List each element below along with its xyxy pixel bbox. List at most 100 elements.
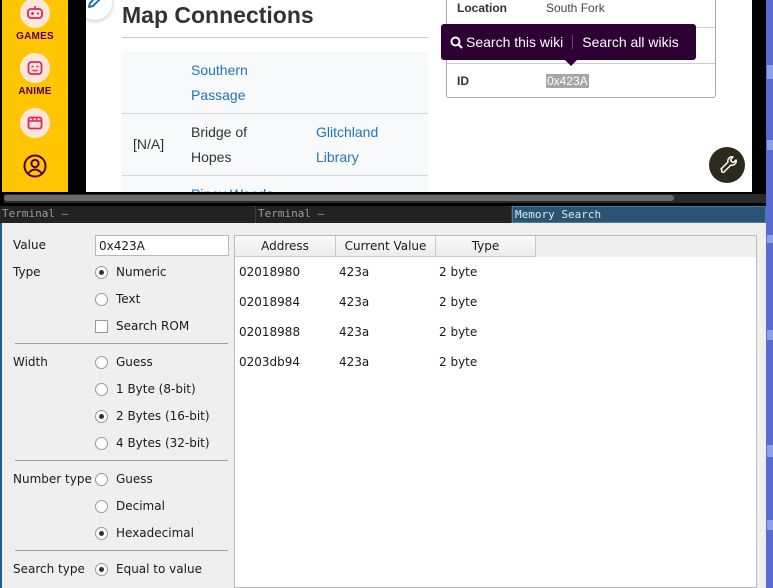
radio-button[interactable] [95, 526, 108, 540]
search-rom-checkbox[interactable]: Search ROM [95, 319, 189, 333]
memory-search-panel: Value Type Numeric Text Search ROM Width… [0, 223, 766, 588]
type-option-text[interactable]: Text [95, 292, 140, 306]
width-option-1-byte[interactable]: 1 Byte (8-bit) [95, 382, 196, 396]
edit-button[interactable] [86, 0, 112, 20]
number-type-option-hexadecimal[interactable]: Hexadecimal [95, 526, 194, 540]
option-label: Numeric [116, 265, 167, 279]
terminal-tab-bar: Terminal — Terminal — Memory Search [0, 206, 766, 223]
table-row[interactable]: 02018984 423a 2 byte [235, 287, 756, 317]
option-label: 4 Bytes (32-bit) [116, 436, 210, 450]
fandom-global-nav: GAMES ANIME [2, 0, 68, 192]
option-label: Guess [116, 472, 153, 486]
tab-terminal-2[interactable]: Terminal — [256, 206, 512, 223]
column-header-type[interactable]: Type [436, 236, 536, 257]
results-header: Address Current Value Type [235, 236, 756, 257]
option-label: 1 Byte (8-bit) [116, 382, 196, 396]
column-header-address[interactable]: Address [235, 236, 336, 257]
cell-value: 423a [339, 265, 370, 279]
cell-type: 2 byte [439, 355, 478, 369]
radio-button[interactable] [95, 355, 108, 369]
width-option-4-bytes[interactable]: 4 Bytes (32-bit) [95, 436, 210, 450]
cell-address: 02018984 [239, 295, 301, 309]
radio-button[interactable] [95, 265, 108, 279]
rail-item-games[interactable]: GAMES [2, 0, 68, 42]
radio-button[interactable] [95, 436, 108, 450]
checkbox[interactable] [95, 319, 108, 333]
horizontal-scrollbar-thumb[interactable] [4, 195, 674, 201]
infobox-label: ID [457, 74, 469, 88]
cell-value: 423a [339, 325, 370, 339]
cell-value: 423a [339, 355, 370, 369]
table-row[interactable]: 02018980 423a 2 byte [235, 257, 756, 287]
option-label: Text [116, 292, 141, 306]
infobox-value-selected: 0x423A [546, 74, 589, 88]
user-account-icon [22, 153, 48, 179]
browser-viewport: GAMES ANIME Map Connections Southern Pas… [0, 0, 766, 206]
table-row: [N/A] Bridge of Hopes Glitchland Library [122, 114, 428, 176]
number-type-label: Number type [13, 472, 92, 486]
infobox-row-id: ID 0x423A [447, 63, 715, 100]
section-divider [15, 550, 228, 551]
tab-memory-search[interactable]: Memory Search [512, 206, 766, 223]
radio-button[interactable] [95, 472, 108, 486]
anime-face-icon [20, 53, 50, 83]
rail-item-anime[interactable]: ANIME [2, 53, 68, 97]
tab-terminal-1[interactable]: Terminal — [0, 206, 256, 223]
clapperboard-icon [20, 108, 50, 138]
table-row[interactable]: 0203db94 423a 2 byte [235, 347, 756, 377]
number-type-option-decimal[interactable]: Decimal [95, 499, 165, 513]
table-row: Piney Woods [122, 176, 428, 192]
connection-link[interactable]: Southern Passage [191, 58, 291, 108]
table-row: Southern Passage [122, 52, 428, 114]
results-table: Address Current Value Type 02018980 423a… [234, 235, 757, 588]
number-type-option-guess[interactable]: Guess [95, 472, 153, 486]
rail-label-games: GAMES [16, 31, 54, 42]
tools-button[interactable] [709, 147, 745, 183]
width-option-guess[interactable]: Guess [95, 355, 153, 369]
infobox-value: South Fork [546, 1, 605, 15]
section-heading: Map Connections [122, 2, 314, 28]
section-divider [15, 343, 228, 344]
option-label: Hexadecimal [116, 526, 194, 540]
rail-label-anime: ANIME [18, 86, 52, 97]
search-all-wikis-button[interactable]: Search all wikis [582, 34, 678, 50]
option-label: Decimal [116, 499, 165, 513]
search-selection-tooltip: Search this wiki Search all wikis [441, 24, 696, 66]
width-label: Width [13, 355, 48, 369]
cell-address: 0203db94 [239, 355, 301, 369]
cell-type: 2 byte [439, 265, 478, 279]
option-label: 2 Bytes (16-bit) [116, 409, 210, 423]
cell-type: 2 byte [439, 295, 478, 309]
game-controller-icon [20, 0, 50, 28]
width-option-2-bytes[interactable]: 2 Bytes (16-bit) [95, 409, 210, 423]
cell-type: 2 byte [439, 325, 478, 339]
cell-address: 02018980 [239, 265, 301, 279]
desktop-edge [766, 0, 773, 588]
radio-button[interactable] [95, 292, 108, 306]
connection-direction: [N/A] [133, 136, 165, 152]
option-label: Equal to value [116, 562, 202, 576]
connection-link[interactable]: Piney Woods [191, 182, 311, 192]
cell-address: 02018988 [239, 325, 301, 339]
search-type-option-equal[interactable]: Equal to value [95, 562, 202, 576]
table-row[interactable]: 02018988 423a 2 byte [235, 317, 756, 347]
type-label: Type [13, 265, 41, 279]
search-this-wiki-button[interactable]: Search this wiki [466, 34, 563, 50]
value-input[interactable] [95, 235, 229, 256]
type-option-numeric[interactable]: Numeric [95, 265, 167, 279]
connection-name: Bridge of Hopes [191, 124, 248, 165]
radio-button[interactable] [95, 409, 108, 423]
map-connections-table: Southern Passage [N/A] Bridge of Hopes G… [122, 52, 428, 192]
connection-link[interactable]: Glitchland Library [316, 120, 406, 170]
wrench-icon [717, 153, 737, 177]
search-type-label: Search type [13, 562, 85, 576]
option-label: Guess [116, 355, 153, 369]
rail-item-account[interactable] [2, 153, 68, 179]
rail-item-movies[interactable] [2, 108, 68, 138]
radio-button[interactable] [95, 382, 108, 396]
column-header-current-value[interactable]: Current Value [336, 236, 436, 257]
heading-divider [122, 37, 428, 38]
radio-button[interactable] [95, 562, 108, 576]
radio-button[interactable] [95, 499, 108, 513]
tooltip-separator [572, 35, 574, 49]
